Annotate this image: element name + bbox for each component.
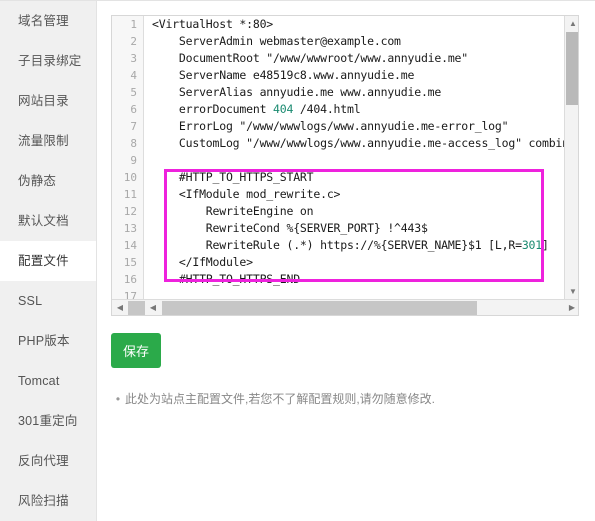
- code-line: ServerName e48519c8.www.annyudie.me: [152, 68, 415, 82]
- note-list: • 此处为站点主配置文件,若您不了解配置规则,请勿随意修改.: [111, 391, 571, 407]
- line-number: 16: [123, 273, 137, 286]
- save-button[interactable]: 保存: [111, 333, 161, 368]
- line-number: 2: [130, 35, 137, 48]
- line-number: 15: [123, 256, 137, 269]
- line-number: 10: [123, 171, 137, 184]
- gutter-horizontal-scrollbar-thumb[interactable]: [128, 300, 145, 315]
- code-line: RewriteRule (.*) https://%{SERVER_NAME}$…: [152, 238, 549, 252]
- content-area: 1 2 3 4 5 6 7 8 9 10 11 12 13 14 15 16 1: [97, 1, 595, 521]
- scroll-up-arrow-icon[interactable]: ▲: [565, 16, 578, 32]
- sidebar-item-php-version[interactable]: PHP版本: [0, 321, 96, 361]
- sidebar: 域名管理 子目录绑定 网站目录 流量限制 伪静态 默认文档 配置文件 SSL P…: [0, 1, 97, 521]
- note-item: • 此处为站点主配置文件,若您不了解配置规则,请勿随意修改.: [111, 391, 571, 407]
- sidebar-item-risk-scan[interactable]: 风险扫描: [0, 481, 96, 521]
- line-number: 6: [130, 103, 137, 116]
- code-line: RewriteCond %{SERVER_PORT} !^443$: [152, 221, 428, 235]
- config-file-page: 域名管理 子目录绑定 网站目录 流量限制 伪静态 默认文档 配置文件 SSL P…: [0, 0, 595, 521]
- code-line: <VirtualHost *:80>: [152, 17, 274, 31]
- code-content[interactable]: <VirtualHost *:80> ServerAdmin webmaster…: [145, 16, 564, 300]
- editor-line-number-gutter: 1 2 3 4 5 6 7 8 9 10 11 12 13 14 15 16 1: [112, 16, 144, 300]
- code-line: ServerAdmin webmaster@example.com: [152, 34, 401, 48]
- gutter-scroll-left-arrow-icon[interactable]: ◀: [112, 300, 128, 316]
- config-file-editor[interactable]: 1 2 3 4 5 6 7 8 9 10 11 12 13 14 15 16 1: [111, 15, 579, 316]
- code-scroll-left-arrow-icon[interactable]: ◀: [145, 300, 161, 316]
- code-line: ServerAlias annyudie.me www.annyudie.me: [152, 85, 442, 99]
- sidebar-item-traffic-limit[interactable]: 流量限制: [0, 121, 96, 161]
- code-line: #HTTP_TO_HTTPS_END: [152, 272, 300, 286]
- line-number: 8: [130, 137, 137, 150]
- sidebar-item-website-directory[interactable]: 网站目录: [0, 81, 96, 121]
- code-line: #HTTP_TO_HTTPS_START: [152, 170, 314, 184]
- sidebar-item-domain-management[interactable]: 域名管理: [0, 1, 96, 41]
- code-line: ErrorLog "/www/wwwlogs/www.annyudie.me-e…: [152, 119, 509, 133]
- code-horizontal-scrollbar-thumb[interactable]: [162, 300, 477, 315]
- editor-horizontal-scrollbar-row[interactable]: ◀ ◀ ▶: [112, 299, 578, 316]
- code-line: <IfModule mod_rewrite.c>: [152, 187, 341, 201]
- bullet-icon: •: [115, 392, 121, 406]
- editor-viewport[interactable]: 1 2 3 4 5 6 7 8 9 10 11 12 13 14 15 16 1: [112, 16, 578, 300]
- sidebar-item-reverse-proxy[interactable]: 反向代理: [0, 441, 96, 481]
- line-number: 1: [130, 18, 137, 31]
- sidebar-item-pseudo-static[interactable]: 伪静态: [0, 161, 96, 201]
- line-number: 11: [123, 188, 137, 201]
- code-scroll-right-arrow-icon[interactable]: ▶: [564, 300, 578, 316]
- editor-code-area[interactable]: <VirtualHost *:80> ServerAdmin webmaster…: [145, 16, 564, 300]
- sidebar-item-tomcat[interactable]: Tomcat: [0, 361, 96, 401]
- vertical-scrollbar-thumb[interactable]: [566, 32, 578, 105]
- sidebar-item-ssl[interactable]: SSL: [0, 281, 96, 321]
- sidebar-item-301-redirect[interactable]: 301重定向: [0, 401, 96, 441]
- line-number: 9: [130, 154, 137, 167]
- note-text: 此处为站点主配置文件,若您不了解配置规则,请勿随意修改.: [125, 392, 436, 406]
- code-line: RewriteEngine on: [152, 204, 314, 218]
- line-number: 3: [130, 52, 137, 65]
- line-number: 12: [123, 205, 137, 218]
- line-number: 14: [123, 239, 137, 252]
- code-line: </IfModule>: [152, 255, 253, 269]
- line-number: 13: [123, 222, 137, 235]
- sidebar-item-config-file[interactable]: 配置文件: [0, 241, 96, 281]
- code-line: DocumentRoot "/www/wwwroot/www.annyudie.…: [152, 51, 469, 65]
- code-line: errorDocument 404 /404.html: [152, 102, 361, 116]
- line-number: 4: [130, 69, 137, 82]
- sidebar-item-subdirectory-binding[interactable]: 子目录绑定: [0, 41, 96, 81]
- line-number: 7: [130, 120, 137, 133]
- code-line: CustomLog "/www/wwwlogs/www.annyudie.me-…: [152, 136, 564, 150]
- scroll-down-arrow-icon[interactable]: ▼: [565, 284, 578, 300]
- line-number: 5: [130, 86, 137, 99]
- code-horizontal-scrollbar-track[interactable]: [161, 299, 564, 315]
- sidebar-item-default-document[interactable]: 默认文档: [0, 201, 96, 241]
- editor-vertical-scrollbar[interactable]: ▲ ▼: [564, 16, 578, 300]
